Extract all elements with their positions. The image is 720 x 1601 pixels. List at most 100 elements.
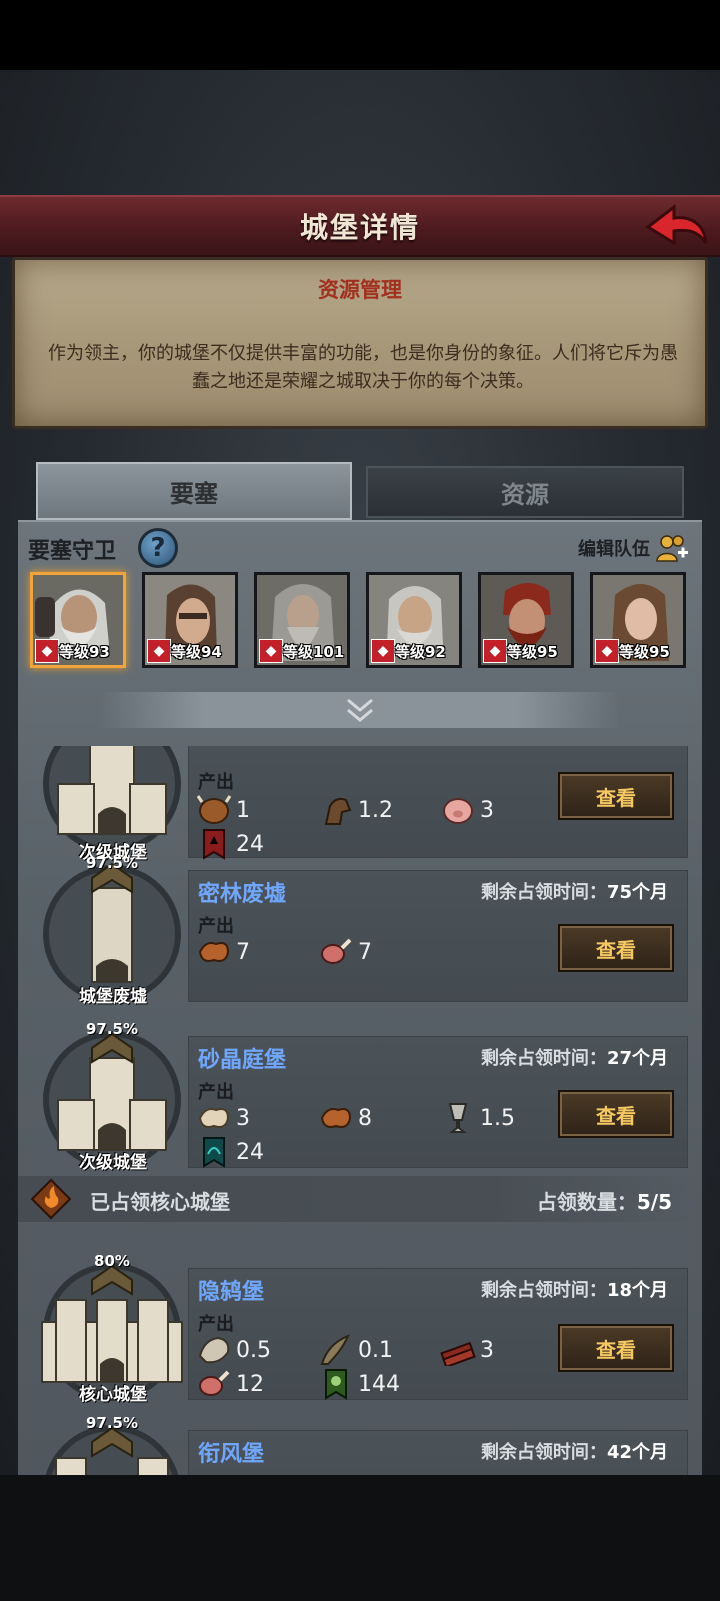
- horn-icon: [320, 1334, 350, 1365]
- remaining-value: 27个月: [606, 1048, 668, 1069]
- resource-value: 1: [236, 797, 250, 823]
- castle-name[interactable]: 衔风堡: [198, 1436, 264, 1468]
- occupation-percent: 80%: [94, 1252, 130, 1270]
- hero-card[interactable]: ◆ 等级93: [30, 572, 126, 668]
- resource-item: 24: [196, 828, 264, 860]
- tab-fortress[interactable]: 要塞: [36, 462, 352, 520]
- guards-title: 要塞守卫: [28, 539, 117, 564]
- resource-item: 1: [196, 794, 250, 826]
- chevron-down-icon[interactable]: [344, 694, 376, 726]
- core-castles-header: 已占领核心城堡 占领数量：5/5: [18, 1176, 702, 1222]
- resource-value: 12: [236, 1371, 264, 1397]
- green-banner-icon: [325, 1369, 347, 1400]
- faction-badge-icon: ◆: [371, 639, 395, 663]
- hero-card[interactable]: ◆ 等级95: [478, 572, 574, 668]
- resource-item: 0.1: [318, 1334, 393, 1366]
- leather-icon: [320, 1108, 352, 1128]
- remaining-label: 剩余占领时间：: [480, 1048, 607, 1069]
- resource-value: 24: [236, 831, 264, 857]
- info-parchment: 资源管理 作为领主，你的城堡不仅提供丰富的功能，也是你身份的象征。人们将它斥为愚…: [12, 257, 708, 429]
- leather-icon: [198, 942, 230, 962]
- castle-type: 城堡废墟: [79, 987, 147, 1007]
- resource-value: 1.5: [480, 1105, 515, 1131]
- castle-name[interactable]: 隐鸫堡: [198, 1274, 264, 1306]
- resource-item: 0.5: [196, 1334, 271, 1366]
- castle-name[interactable]: 砂晶庭堡: [198, 1042, 286, 1074]
- castle-type: 核心城堡: [79, 1385, 147, 1405]
- red-banner-icon: [203, 829, 225, 860]
- resource-value: 3: [480, 797, 494, 823]
- view-button[interactable]: 查看: [558, 772, 674, 820]
- hero-card[interactable]: ◆ 等级92: [366, 572, 462, 668]
- status-bar-area: [0, 0, 720, 70]
- view-button[interactable]: 查看: [558, 1324, 674, 1372]
- occupation-percent: 97.5%: [85, 1414, 139, 1432]
- back-arrow-icon[interactable]: [644, 201, 710, 255]
- castle-name[interactable]: 密林废墟: [198, 876, 286, 908]
- help-icon[interactable]: ?: [138, 528, 178, 568]
- resource-value: 1.2: [358, 797, 393, 823]
- horse-icon: [324, 797, 352, 825]
- view-button[interactable]: 查看: [558, 1090, 674, 1138]
- occupy-count-value: 5/5: [636, 1190, 672, 1214]
- output-label: 产出: [198, 916, 234, 937]
- castle-row: 97.5% 衔风堡 剩余占领时间：42个月: [18, 1414, 702, 1475]
- edit-team-button[interactable]: 编辑队伍: [578, 533, 688, 563]
- resource-item: 7: [318, 936, 372, 968]
- wood-planks-icon: [440, 1341, 476, 1366]
- resource-value: 3: [236, 1105, 250, 1131]
- resource-item: 7: [196, 936, 250, 968]
- remaining-time: 剩余占领时间：75个月: [481, 878, 668, 904]
- teal-banner-icon: [203, 1137, 225, 1168]
- remaining-time: 剩余占领时间：18个月: [481, 1276, 668, 1302]
- castle-row: 80% 核心城堡 隐鸫堡 剩余占领时间：18个月 产出 0.5 0.1 3 12…: [18, 1252, 702, 1406]
- hero-card[interactable]: ◆ 等级94: [142, 572, 238, 668]
- remaining-label: 剩余占领时间：: [480, 882, 607, 903]
- tab-resource[interactable]: 资源: [366, 466, 684, 518]
- view-button[interactable]: 查看: [558, 924, 674, 972]
- hero-level: 等级93: [59, 643, 110, 661]
- faction-badge-icon: ◆: [595, 639, 619, 663]
- resource-value: 7: [236, 939, 250, 965]
- resource-item: 24: [196, 1136, 264, 1168]
- castle-row: 97.5% 城堡废墟 密林废墟 剩余占领时间：75个月 产出 7 7 查看: [18, 854, 702, 1008]
- resource-item: 3: [440, 1334, 494, 1366]
- remaining-label: 剩余占领时间：: [480, 1280, 607, 1301]
- meat-leg-icon: [199, 1370, 230, 1396]
- hero-card[interactable]: ◆ 等级95: [590, 572, 686, 668]
- resource-value: 0.5: [236, 1337, 271, 1363]
- resource-item: 12: [196, 1368, 264, 1400]
- output-label: 产出: [198, 772, 234, 793]
- occupation-percent: 97.5%: [85, 1020, 139, 1038]
- resource-item: 3: [196, 1102, 250, 1134]
- remaining-time: 剩余占领时间：42个月: [481, 1438, 668, 1464]
- faction-badge-icon: ◆: [259, 639, 283, 663]
- faction-badge-icon: ◆: [35, 639, 59, 663]
- page-title: 城堡详情: [299, 211, 420, 244]
- resource-value: 0.1: [358, 1337, 393, 1363]
- resource-value: 144: [358, 1371, 400, 1397]
- resource-item: 1.5: [440, 1102, 515, 1134]
- meat-leg-icon: [321, 938, 352, 964]
- hero-level: 等级94: [171, 643, 222, 661]
- title-bar: 城堡详情: [0, 195, 720, 257]
- core-castles-title: 已占领核心城堡: [90, 1190, 230, 1214]
- resource-item: 144: [318, 1368, 400, 1400]
- info-title: 资源管理: [318, 278, 402, 302]
- resource-value: 3: [480, 1337, 494, 1363]
- bottom-area: [0, 1475, 720, 1601]
- goblet-icon: [448, 1103, 468, 1133]
- output-label: 产出: [198, 1082, 234, 1103]
- edit-team-label: 编辑队伍: [578, 539, 650, 560]
- hero-level: 等级101: [283, 643, 345, 661]
- castle-row: 97.5% 次级城堡 砂晶庭堡 剩余占领时间：27个月 产出 3 8 1.5 2…: [18, 1020, 702, 1174]
- output-label: 产出: [198, 1314, 234, 1335]
- castle-row: 次级城堡 产出 1 1.2 3 24 查看: [18, 746, 702, 864]
- occupation-percent: 97.5%: [85, 854, 139, 872]
- info-text: 作为领主，你的城堡不仅提供丰富的功能，也是你身份的象征。人们将它斥为愚蠢之地还是…: [48, 343, 678, 392]
- castle-list[interactable]: 次级城堡 产出 1 1.2 3 24 查看 97.5% 城堡废墟 密林废墟 剩余…: [18, 746, 702, 1475]
- resource-value: 24: [236, 1139, 264, 1165]
- hero-level: 等级95: [507, 643, 558, 661]
- remaining-value: 18个月: [606, 1280, 668, 1301]
- hero-card[interactable]: ◆ 等级101: [254, 572, 350, 668]
